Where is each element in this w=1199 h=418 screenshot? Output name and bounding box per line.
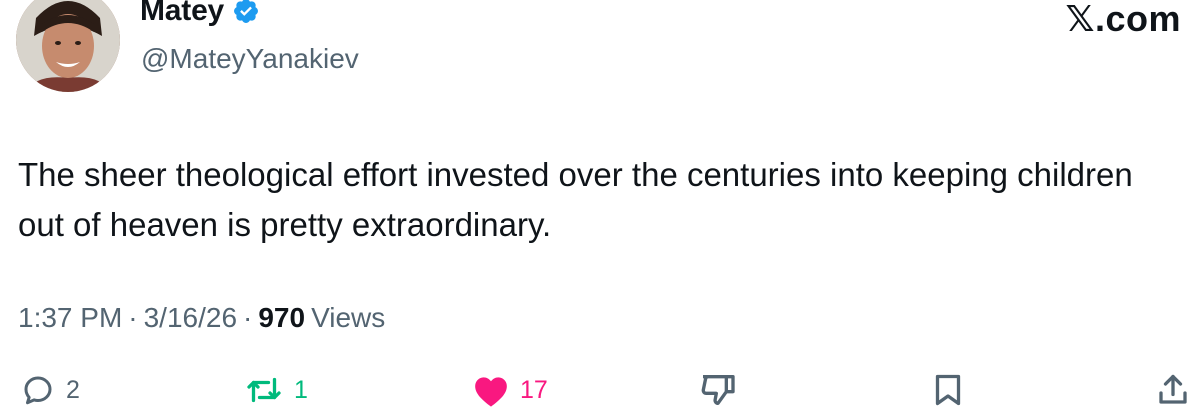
- repost-count: 1: [294, 375, 308, 404]
- verified-badge-icon: [232, 0, 260, 25]
- author-handle[interactable]: @MateyYanakiev: [141, 43, 359, 75]
- avatar-image: [16, 0, 120, 92]
- brand-logo: 𝕏.com: [1065, 0, 1181, 39]
- author-name-row: Matey: [140, 0, 260, 28]
- like-button[interactable]: 17: [472, 366, 548, 414]
- views-label: Views: [311, 302, 386, 333]
- tweet-card: Matey @MateyYanakiev 𝕏.com The sheer the…: [0, 0, 1199, 418]
- action-bar: 2 1 17: [0, 366, 1199, 416]
- dislike-button[interactable]: [698, 366, 738, 414]
- share-button[interactable]: [1155, 366, 1191, 414]
- reply-count: 2: [66, 375, 80, 404]
- reply-icon: [24, 376, 52, 405]
- bookmark-icon: [935, 374, 961, 406]
- bookmark-button[interactable]: [930, 366, 966, 414]
- tweet-meta: 1:37 PM · 3/16/26 · 970 Views: [18, 302, 385, 334]
- repost-icon: [247, 377, 281, 403]
- like-count: 17: [520, 375, 548, 404]
- tweet-time[interactable]: 1:37 PM: [18, 302, 122, 334]
- avatar[interactable]: [16, 0, 120, 92]
- heart-icon: [475, 377, 507, 407]
- share-icon: [1159, 374, 1187, 404]
- meta-separator: ·: [243, 302, 253, 333]
- views-count: 970: [258, 302, 306, 333]
- dislike-icon: [701, 375, 735, 405]
- repost-button[interactable]: 1: [244, 366, 308, 414]
- author-display-name[interactable]: Matey: [140, 0, 224, 28]
- tweet-text: The sheer theological effort invested ov…: [18, 156, 1133, 243]
- reply-button[interactable]: 2: [20, 366, 80, 414]
- tweet-date[interactable]: 3/16/26: [144, 302, 237, 334]
- meta-separator: ·: [128, 302, 138, 333]
